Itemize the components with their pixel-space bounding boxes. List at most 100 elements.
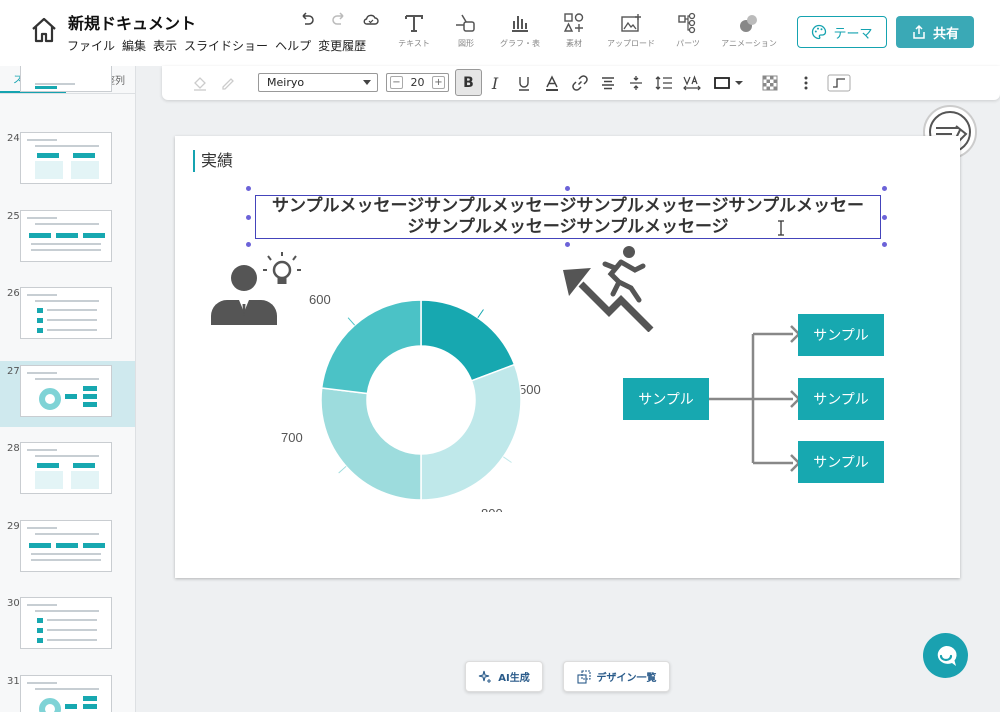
slide-thumbnail[interactable]: 24 [0, 128, 135, 194]
slide-thumbnail[interactable]: 31 [0, 671, 135, 712]
cloud-save-icon[interactable] [362, 10, 380, 28]
parts-tool[interactable]: パーツ [664, 10, 712, 49]
share-button-label: 共有 [932, 26, 959, 42]
donut-slice[interactable] [420, 299, 516, 382]
menu-slideshow[interactable]: スライドショー [184, 37, 268, 54]
upload-tool[interactable]: アップロード [602, 10, 660, 49]
data-label: 700 [281, 430, 303, 445]
ai-generate-button[interactable]: AI生成 [465, 661, 543, 692]
resize-handle[interactable] [246, 215, 251, 220]
slide-thumbnail-image [20, 674, 112, 712]
text-color-icon[interactable] [542, 73, 562, 93]
menu-bar: ファイル 編集 表示 スライドショー ヘルプ 変更履歴 [67, 37, 366, 54]
document-title[interactable]: 新規ドキュメント [68, 10, 196, 34]
parts-icon [664, 10, 712, 36]
link-icon[interactable] [570, 73, 590, 93]
transparency-icon[interactable] [760, 73, 780, 93]
shapes-tool-label: 図形 [458, 39, 474, 48]
chart-tool[interactable]: グラフ・表 [494, 10, 546, 49]
menu-history[interactable]: 変更履歴 [318, 37, 366, 54]
align-center-icon[interactable] [598, 73, 618, 93]
slide-thumbnail-image [20, 66, 112, 92]
flow-target-box[interactable]: サンプル [798, 378, 884, 420]
ai-generate-label: AI生成 [498, 673, 530, 684]
home-icon[interactable] [28, 14, 60, 46]
font-family-value: Meiryo [267, 76, 305, 89]
assets-tool[interactable]: 素材 [550, 10, 598, 49]
slide-thumbnail[interactable]: 27 [0, 360, 135, 427]
donut-slice[interactable] [320, 299, 422, 395]
bold-button[interactable]: B [455, 69, 482, 96]
slide-sidebar: スライド 配置・整列 2425262728293031 [0, 66, 136, 712]
slide-number: 30 [7, 598, 20, 609]
sparkle-icon [479, 670, 492, 683]
shapes-tool[interactable]: 図形 [442, 10, 490, 49]
chat-support-button[interactable] [923, 633, 968, 678]
slide-number: 29 [7, 520, 20, 532]
donut-slice[interactable] [320, 387, 422, 501]
chevron-down-icon [363, 80, 371, 85]
chart-icon [494, 10, 546, 36]
font-family-select[interactable]: Meiryo [258, 73, 378, 92]
assets-icon [550, 10, 598, 36]
donut-slice[interactable] [420, 363, 522, 501]
line-spacing-icon[interactable] [654, 73, 674, 93]
flow-target-box[interactable]: サンプル [798, 314, 884, 356]
more-options-icon[interactable] [796, 73, 816, 93]
underline-icon[interactable] [514, 73, 534, 93]
data-label: 600 [309, 292, 331, 307]
increase-size-button[interactable]: + [432, 76, 445, 89]
resize-handle[interactable] [882, 186, 887, 191]
data-label-leader [477, 309, 484, 318]
menu-view[interactable]: 表示 [153, 37, 177, 54]
animation-tool[interactable]: アニメーション [716, 10, 782, 49]
donut-chart[interactable]: 500 800 700 600 [275, 262, 545, 512]
border-style-dropdown[interactable] [712, 73, 750, 93]
upload-image-icon [602, 10, 660, 36]
top-bar: 新規ドキュメント ファイル 編集 表示 スライドショー ヘルプ 変更履歴 テキス… [0, 0, 1000, 66]
resize-handle[interactable] [882, 242, 887, 247]
share-button[interactable]: 共有 [896, 16, 974, 48]
pen-color-icon[interactable] [218, 73, 238, 93]
connector-icon[interactable] [826, 73, 852, 93]
slide-thumbnail[interactable]: 30 [0, 593, 135, 659]
font-size-stepper[interactable]: − 20 + [386, 73, 449, 92]
slide-thumbnail[interactable]: 29 [0, 516, 135, 582]
resize-handle[interactable] [246, 242, 251, 247]
italic-icon[interactable]: I [485, 73, 505, 93]
text-tool[interactable]: テキスト [390, 10, 438, 49]
slide-thumbnail-image [20, 209, 112, 262]
slide-canvas[interactable]: 実績 サンプルメッセージサンプルメッセージサンプルメッセージサンプルメッセー ジ… [175, 136, 960, 578]
message-textbox[interactable]: サンプルメッセージサンプルメッセージサンプルメッセージサンプルメッセー ジサンプ… [255, 195, 881, 239]
redo-icon[interactable] [330, 10, 348, 28]
slide-thumbnail[interactable]: 28 [0, 438, 135, 504]
flow-target-box[interactable]: サンプル [798, 441, 884, 483]
assets-tool-label: 素材 [566, 39, 582, 48]
menu-edit[interactable]: 編集 [122, 37, 146, 54]
menu-help[interactable]: ヘルプ [275, 37, 311, 54]
resize-handle[interactable] [246, 186, 251, 191]
slide-thumbnail[interactable]: 25 [0, 206, 135, 272]
fill-color-icon[interactable] [190, 73, 210, 93]
data-label: 500 [519, 382, 541, 397]
data-label: 800 [481, 506, 503, 512]
slide-thumbnail-image [20, 597, 112, 649]
text-cursor-icon [778, 220, 784, 236]
format-toolbar: Meiryo − 20 + B I [162, 66, 1000, 100]
vertical-align-icon[interactable] [626, 73, 646, 93]
resize-handle[interactable] [882, 215, 887, 220]
flow-source-box[interactable]: サンプル [623, 378, 709, 420]
letter-spacing-icon[interactable] [682, 73, 702, 93]
menu-file[interactable]: ファイル [67, 37, 115, 54]
design-list-button[interactable]: デザイン一覧 [563, 661, 670, 692]
animation-icon [716, 10, 782, 36]
theme-button-label: テーマ [833, 26, 873, 42]
resize-handle[interactable] [565, 186, 570, 191]
slide-number: 27 [7, 365, 20, 377]
theme-button[interactable]: テーマ [797, 16, 887, 48]
slide-title[interactable]: 実績 [193, 150, 233, 172]
runner-growth-icon [563, 246, 654, 332]
slide-thumbnail-partial[interactable] [0, 66, 135, 118]
undo-icon[interactable] [298, 10, 316, 28]
slide-thumbnail[interactable]: 26 [0, 283, 135, 349]
